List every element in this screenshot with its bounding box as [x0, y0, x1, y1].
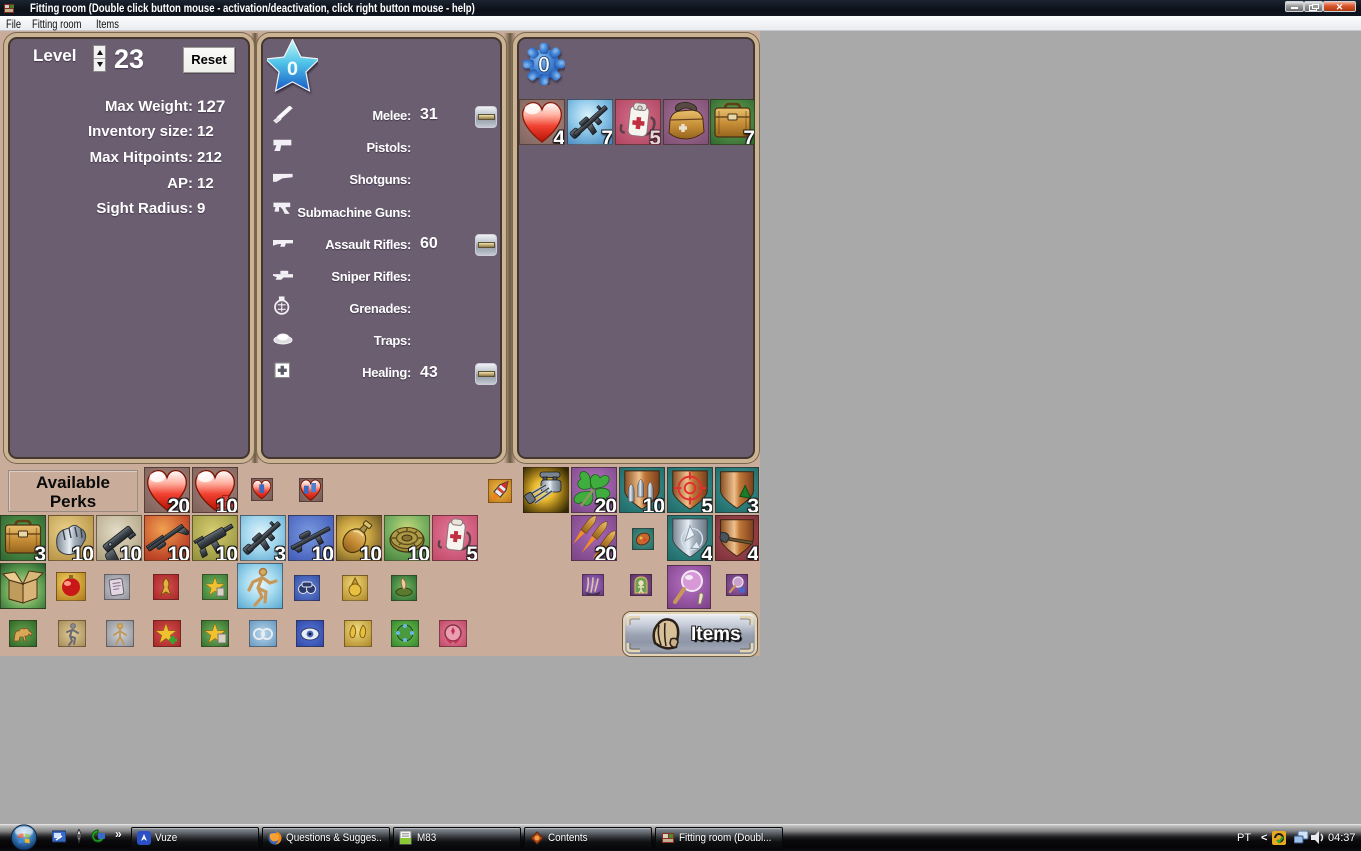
svg-text:0: 0 — [287, 58, 298, 80]
svg-text:0: 0 — [538, 52, 550, 77]
